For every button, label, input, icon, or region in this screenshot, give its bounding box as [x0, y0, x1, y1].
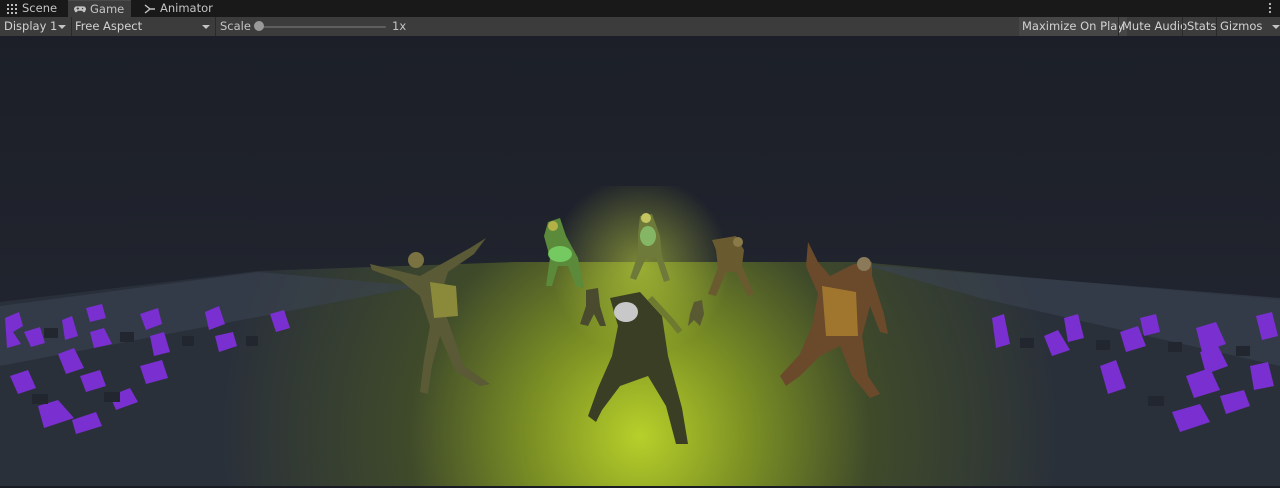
maximize-on-play-toggle[interactable]: Maximize On Play: [1019, 17, 1128, 36]
game-render: [0, 36, 1280, 488]
display-dropdown-label: Display 1: [4, 19, 58, 33]
tab-animator-label: Animator: [160, 1, 213, 15]
tab-game-label: Game: [90, 1, 125, 16]
game-view-toolbar: Display 1 Free Aspect Scale 1x Maximize …: [0, 17, 1280, 37]
window-tab-bar: Scene Game Animator: [0, 0, 1280, 18]
kebab-menu-icon[interactable]: [1268, 1, 1272, 15]
stats-label: Stats: [1187, 19, 1217, 33]
gamepad-icon: [74, 6, 86, 13]
tab-animator[interactable]: Animator: [138, 0, 220, 17]
scale-slider-thumb[interactable]: [254, 21, 264, 31]
gizmos-label: Gizmos: [1220, 19, 1263, 33]
toolbar-divider: [215, 17, 216, 36]
scale-slider-track[interactable]: [258, 26, 386, 28]
toolbar-divider: [1182, 17, 1183, 36]
aspect-dropdown[interactable]: Free Aspect: [71, 17, 214, 36]
chevron-down-icon: [202, 25, 210, 29]
scale-label: Scale: [220, 19, 251, 33]
chevron-down-icon: [58, 25, 66, 29]
chevron-down-icon: [1272, 25, 1280, 29]
mute-audio-label: Mute Audio: [1122, 19, 1188, 33]
game-viewport[interactable]: [0, 36, 1280, 488]
tab-scene[interactable]: Scene: [0, 0, 64, 17]
tab-game[interactable]: Game: [68, 0, 132, 17]
animator-icon: [144, 3, 155, 14]
stats-toggle[interactable]: Stats: [1184, 17, 1219, 36]
aspect-dropdown-label: Free Aspect: [75, 19, 143, 33]
mute-audio-toggle[interactable]: Mute Audio: [1119, 17, 1190, 36]
tab-scene-label: Scene: [22, 1, 58, 15]
gizmos-dropdown[interactable]: Gizmos: [1216, 17, 1280, 36]
scale-value: 1x: [392, 19, 407, 33]
display-dropdown[interactable]: Display 1: [0, 17, 70, 36]
maximize-on-play-label: Maximize On Play: [1022, 19, 1125, 33]
grid-icon: [7, 3, 17, 14]
